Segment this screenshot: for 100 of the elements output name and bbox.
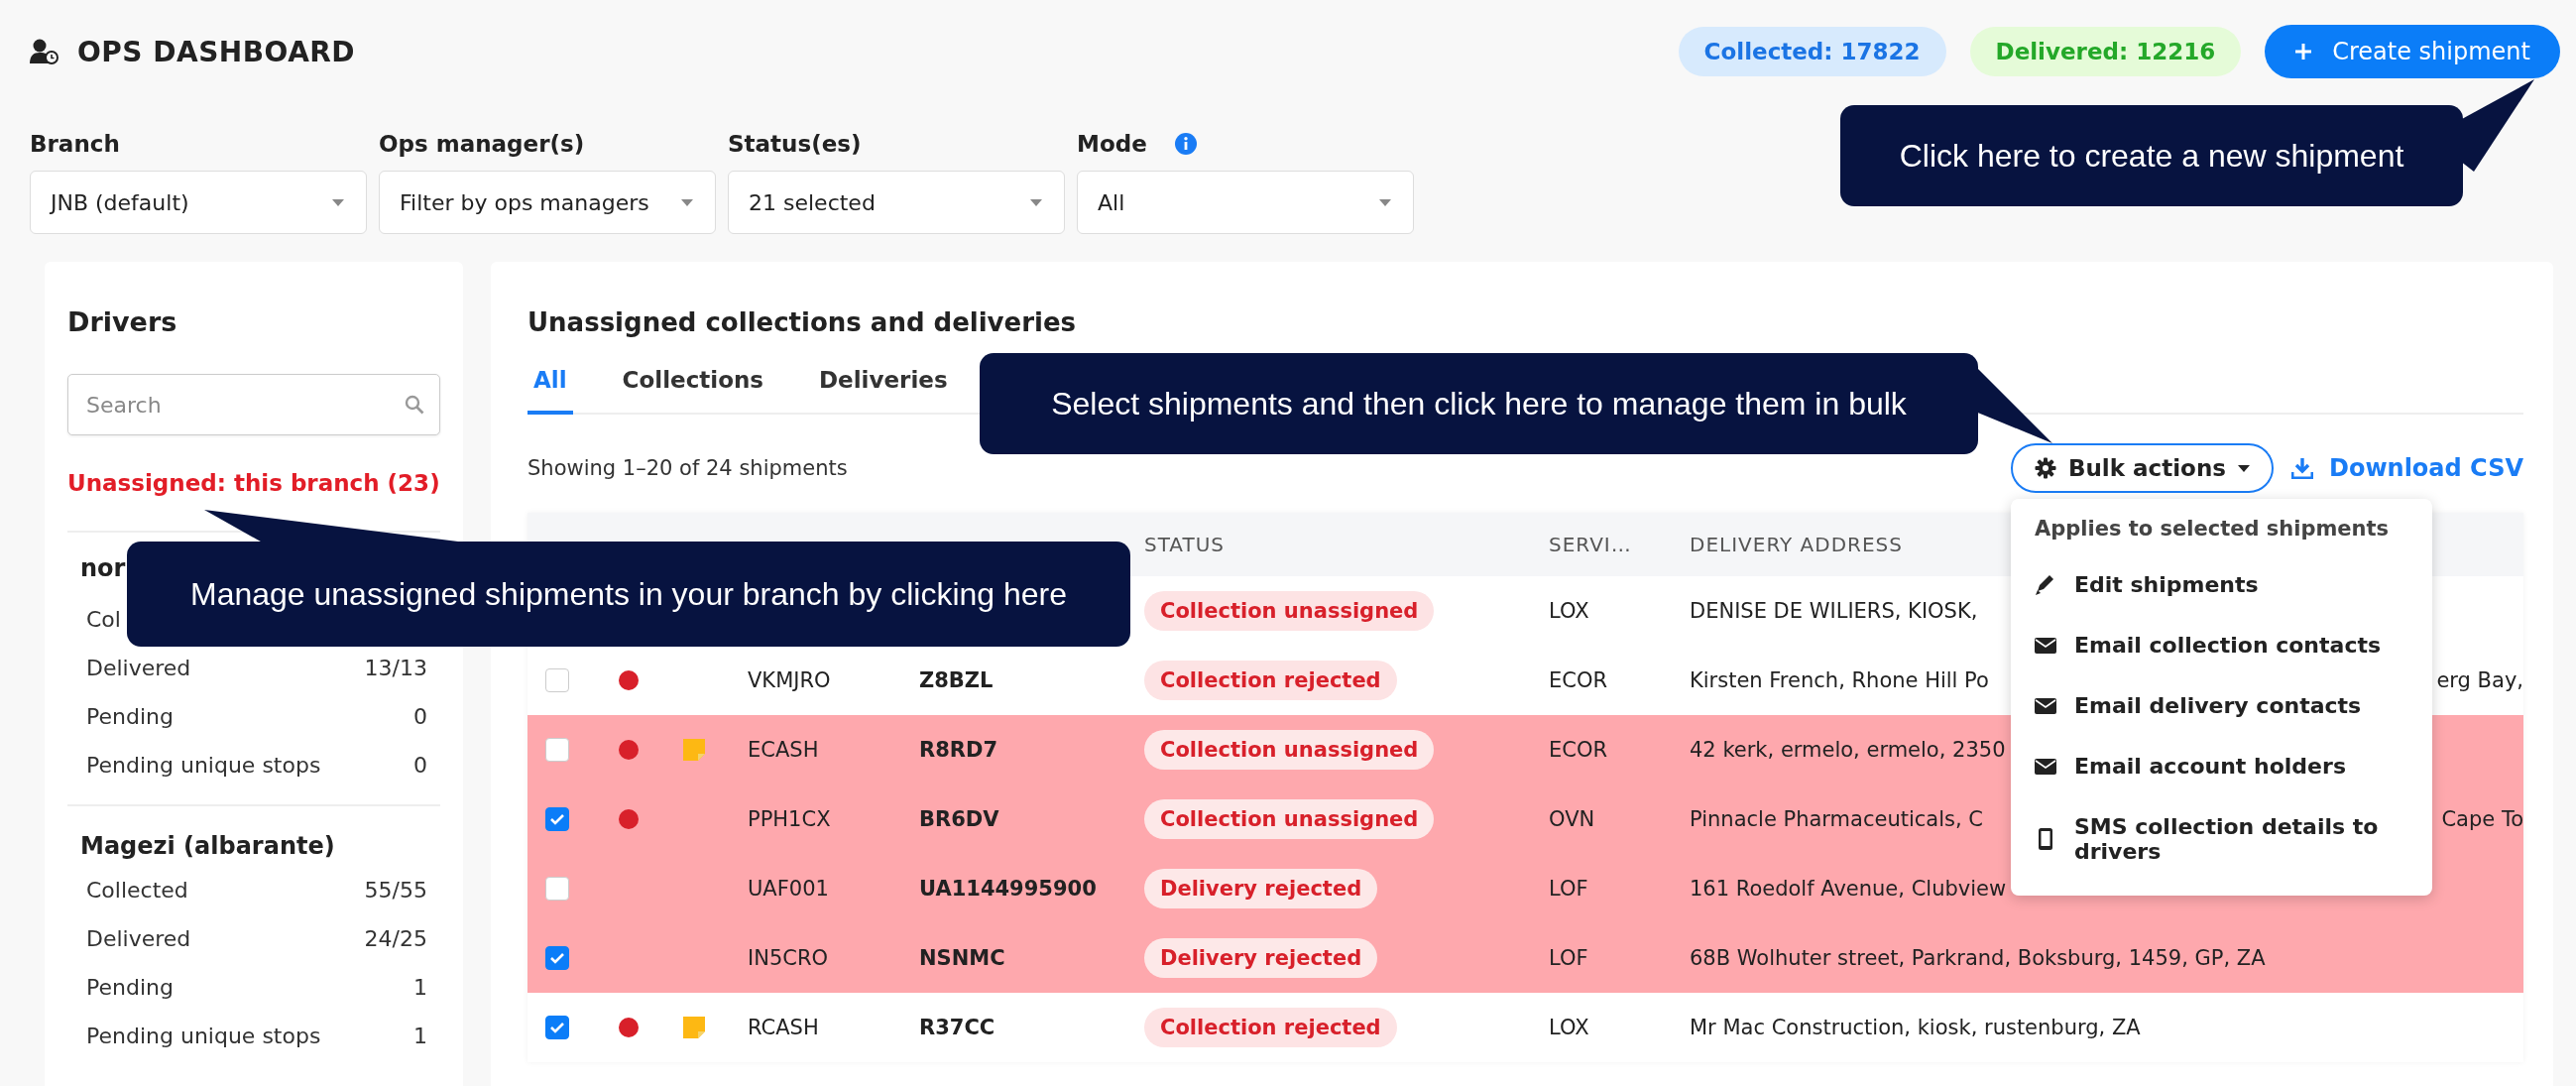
service-code: OVN	[1549, 807, 1595, 831]
checkbox[interactable]	[545, 1016, 569, 1039]
checkmark-icon	[549, 1022, 565, 1033]
search-icon	[405, 395, 424, 415]
tab[interactable]: All	[527, 357, 573, 415]
download-csv-link[interactable]: Download CSV	[2290, 454, 2523, 482]
unassigned-link[interactable]: Unassigned: this branch (23)	[67, 470, 440, 496]
account-code: RCASH	[748, 1016, 819, 1039]
menu-item[interactable]: Email account holders	[2034, 736, 2412, 796]
menu-item[interactable]: SMS collection details to drivers	[2034, 796, 2412, 882]
checkbox[interactable]	[545, 738, 569, 762]
user-clock-icon	[30, 39, 59, 64]
status-pill: Collection unassigned	[1144, 730, 1435, 770]
settings-icon	[2034, 457, 2056, 479]
download-icon	[2290, 457, 2313, 479]
delivery-address: Kirsten French, Rhone Hill Po	[1690, 668, 1989, 692]
caret-icon	[681, 198, 693, 206]
filter-dropdown[interactable]: All	[1077, 171, 1414, 234]
checkbox[interactable]	[545, 946, 569, 970]
status-pill: Collection rejected	[1144, 661, 1397, 700]
service-code: LOX	[1549, 599, 1589, 623]
status-pill: Collection rejected	[1144, 1008, 1397, 1047]
service-code: ECOR	[1549, 738, 1608, 762]
filter-dropdown[interactable]: Filter by ops managers	[379, 171, 716, 234]
delivery-address: erg Bay,	[2436, 668, 2523, 692]
create-shipment-button[interactable]: Create shipment	[2265, 25, 2560, 78]
stat-value: 0	[413, 704, 427, 729]
checkbox[interactable]	[545, 668, 569, 692]
stat-label: Pending	[86, 704, 174, 729]
waybill-number: NSNMC	[919, 946, 1005, 970]
stat-label: Collected	[86, 878, 188, 903]
stat-value: 13/13	[364, 656, 427, 680]
delivery-address: 68B Wolhuter street, Parkrand, Boksburg, 1459, GP, ZA	[1690, 946, 2266, 970]
stat-value: 0	[413, 753, 427, 778]
filter-dropdown[interactable]: 21 selected	[728, 171, 1065, 234]
column-header: DELIVERY ADDRESS	[1689, 533, 1904, 556]
account-code: PPH1CX	[748, 807, 831, 831]
caret-icon	[332, 198, 344, 206]
stat-value: 1	[413, 1024, 427, 1048]
search-field[interactable]: Search	[67, 374, 440, 435]
service-code: ECOR	[1549, 668, 1608, 692]
stat-label: Delivered	[86, 926, 191, 951]
status-pill: Collection unassigned	[1144, 799, 1435, 839]
checkbox[interactable]	[545, 807, 569, 831]
waybill-number: UA1144995900	[919, 877, 1097, 901]
results-summary: Showing 1–20 of 24 shipments	[527, 456, 848, 480]
status-pill: Delivery rejected	[1144, 938, 1378, 978]
filter-label: Ops manager(s)	[379, 131, 585, 157]
driver-name: Magezi (albarante)	[80, 832, 336, 860]
status-pill: Collection unassigned	[1144, 591, 1435, 631]
plus-icon	[2294, 43, 2313, 60]
stat-label: Pending unique stops	[86, 1024, 321, 1048]
menu-heading: Applies to selected shipments	[2034, 516, 2391, 543]
filter-label: Mode	[1077, 131, 1147, 157]
status-pill: Delivery rejected	[1144, 869, 1378, 908]
checkmark-icon	[549, 813, 565, 825]
filter-label: Branch	[30, 131, 120, 157]
pencil-icon	[2034, 573, 2056, 596]
tab[interactable]: Collections	[616, 357, 769, 415]
delivery-address: 42 kerk, ermelo, ermelo, 2350	[1690, 738, 2006, 762]
stat-value: 55/55	[364, 878, 427, 903]
caret-icon	[1030, 198, 1042, 206]
delivery-address: Mr Mac Construction, kiosk, rustenburg, ZA	[1690, 1016, 2141, 1039]
caret-icon	[1379, 198, 1391, 206]
count-badge: Collected: 17822	[1678, 27, 1946, 76]
stat-value: 1	[413, 975, 427, 1000]
panel-title: Unassigned collections and deliveries	[527, 307, 1078, 337]
waybill-number: R37CC	[919, 1016, 995, 1039]
count-badge: Delivered: 12216	[1969, 27, 2242, 76]
bulk-actions-button[interactable]: Bulk actions	[2010, 443, 2274, 493]
filter-label: Status(es)	[728, 131, 862, 157]
account-code: UAF001	[748, 877, 829, 901]
checkbox[interactable]	[545, 877, 569, 901]
tab[interactable]: Deliveries	[813, 357, 954, 415]
service-code: LOX	[1549, 1016, 1589, 1039]
waybill-number: Z8BZL	[919, 668, 994, 692]
filter-dropdown[interactable]: JNB (default)	[30, 171, 367, 234]
waybill-number: BR6DV	[919, 807, 999, 831]
waybill-number: R8RD7	[919, 738, 997, 762]
panel-title: Drivers	[67, 306, 178, 337]
menu-item[interactable]: Email collection contacts	[2034, 615, 2412, 675]
stat-label: Pending	[86, 975, 174, 1000]
menu-item[interactable]: Edit shipments	[2034, 554, 2412, 615]
delivery-address: 161 Roedolf Avenue, Clubview	[1690, 877, 2007, 901]
stat-value: 24/25	[364, 926, 427, 951]
stat-label: Pending unique stops	[86, 753, 321, 778]
column-header: SERVI…	[1548, 533, 1633, 556]
account-code: IN5CRO	[748, 946, 829, 970]
stat-label: Col	[86, 607, 121, 632]
service-code: LOF	[1549, 877, 1588, 901]
delivery-address: DENISE DE WILIERS, KIOSK,	[1690, 599, 1978, 623]
menu-item[interactable]: Email delivery contacts	[2034, 675, 2412, 736]
delivery-address: Pinnacle Pharmaceuticals, C	[1690, 807, 1983, 831]
service-code: LOF	[1549, 946, 1588, 970]
column-header: STATUS	[1143, 533, 1227, 556]
stat-label: Delivered	[86, 656, 191, 680]
checkmark-icon	[549, 952, 565, 964]
caret-icon	[2237, 464, 2250, 472]
delivery-address: Cape To	[2441, 807, 2523, 831]
driver-name: nor	[80, 554, 127, 582]
